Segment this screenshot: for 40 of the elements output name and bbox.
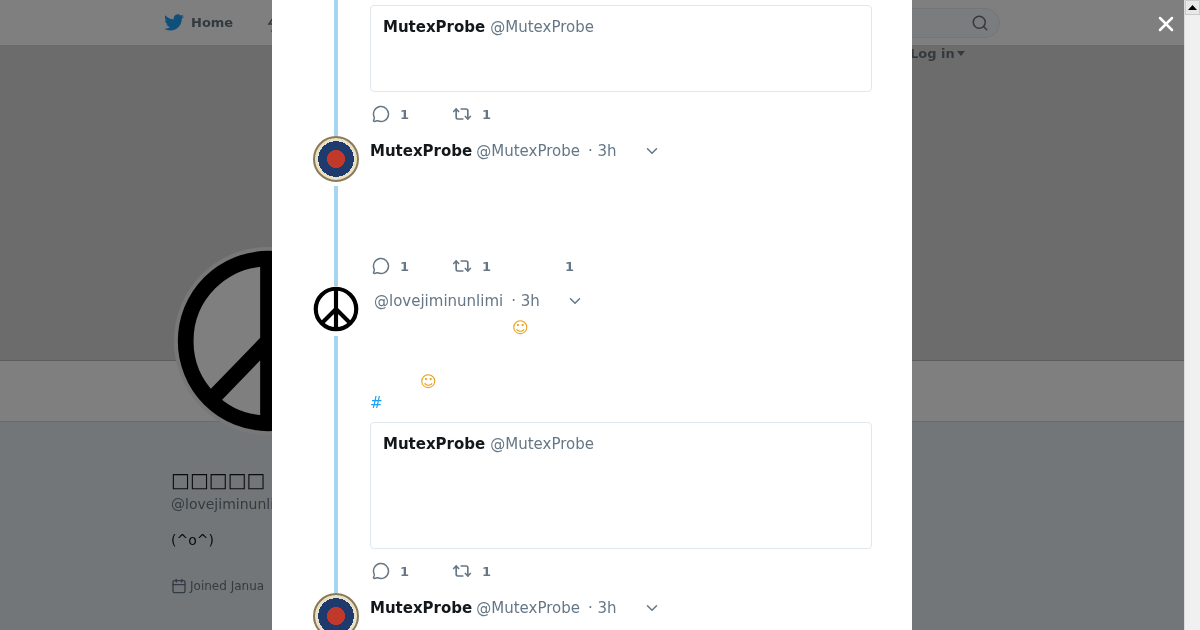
user-name[interactable]: MutexProbe — [370, 142, 473, 160]
reply-button[interactable]: 1 — [370, 562, 450, 580]
user-name[interactable]: MutexProbe — [370, 599, 473, 617]
tweet-time[interactable]: · 3h — [511, 292, 540, 310]
emoji: ☺ — [512, 318, 529, 337]
quoted-user-name: MutexProbe — [383, 18, 486, 36]
quoted-user-handle: @MutexProbe — [490, 435, 594, 453]
scrollbar[interactable] — [1184, 0, 1200, 630]
quoted-user-name: MutexProbe — [383, 435, 486, 453]
caret-icon — [956, 51, 965, 56]
speech-bubble-icon — [372, 105, 390, 123]
quoted-user-handle: @MutexProbe — [490, 18, 594, 36]
profile-name: □□□□□ — [171, 468, 267, 492]
search-icon — [971, 13, 989, 32]
reply-button[interactable]: 1 — [370, 105, 450, 123]
user-handle[interactable]: @MutexProbe — [476, 599, 580, 617]
hashtag-link[interactable]: # — [370, 394, 383, 412]
retweet-button[interactable]: 1 — [450, 256, 563, 276]
reply-button[interactable]: 1 — [370, 257, 450, 275]
bird-icon — [163, 13, 185, 32]
quoted-tweet-card[interactable]: MutexProbe @MutexProbe — [370, 5, 872, 92]
tweet-time[interactable]: · 3h — [587, 599, 617, 617]
user-handle[interactable]: @MutexProbe — [476, 142, 580, 160]
home-link[interactable]: Home — [163, 13, 234, 32]
joined-date: Joined Janua — [190, 579, 265, 593]
like-count[interactable]: 1 — [563, 258, 603, 274]
speech-bubble-icon — [372, 562, 390, 580]
user-handle[interactable]: @lovejiminunlimi — [374, 292, 504, 310]
avatar-image[interactable] — [313, 593, 359, 630]
scroll-up-icon[interactable] — [1185, 0, 1200, 15]
retweet-button[interactable]: 1 — [450, 104, 563, 124]
speech-bubble-icon — [372, 257, 390, 275]
calendar-icon — [171, 578, 187, 594]
avatar-image[interactable] — [313, 136, 359, 182]
emoji: ☺ — [420, 372, 437, 391]
profile-handle: @lovejiminunli — [171, 496, 276, 512]
profile-bio: (^o^) — [171, 532, 215, 548]
tweet-time[interactable]: · 3h — [587, 142, 617, 160]
quoted-tweet-card[interactable]: MutexProbe @MutexProbe — [370, 422, 872, 549]
retweet-button[interactable]: 1 — [450, 561, 563, 581]
